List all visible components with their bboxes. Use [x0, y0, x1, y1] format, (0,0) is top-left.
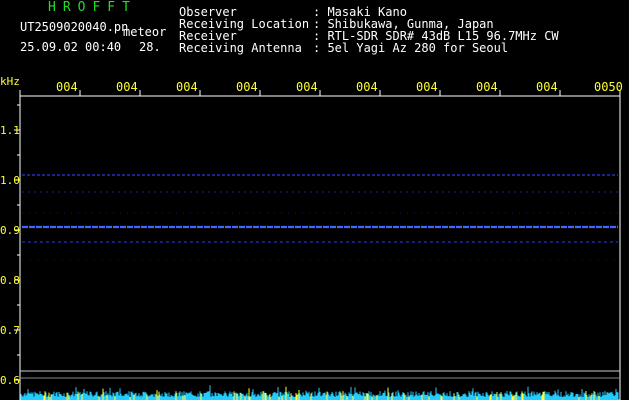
x-tick-label: 004 [296, 80, 318, 94]
plot-frame [19, 95, 621, 400]
x-tick-label: 004 [476, 80, 498, 94]
y-tick-label: 0.8 [0, 274, 20, 287]
y-tick-label: 1.1 [0, 124, 20, 137]
x-tick-label: 004 [116, 80, 138, 94]
x-tick-label: 004 [416, 80, 438, 94]
x-tick-label: 004 [536, 80, 558, 94]
y-axis-unit: kHz [0, 75, 20, 88]
y-tick-label: 0.7 [0, 324, 20, 337]
filename-label: UT2509020040.pn [20, 20, 129, 34]
y-tick-label: 1.0 [0, 174, 20, 187]
x-axis-ticks [19, 90, 621, 96]
meteor-label: meteor [123, 25, 167, 39]
x-tick-label: 004 [56, 80, 78, 94]
spectrogram [14, 90, 621, 400]
meteor-count: 28. [139, 40, 161, 54]
x-tick-label: 004 [236, 80, 258, 94]
signal-bands [22, 174, 618, 261]
datetime-label: 25.09.02 00:40 [20, 40, 122, 54]
info-value-antenna: : 5el Yagi Az 280 for Seoul [313, 41, 509, 55]
info-label-antenna: Receiving Antenna [179, 41, 302, 55]
y-tick-label: 0.6 [0, 374, 20, 387]
x-tick-label: 004 [176, 80, 198, 94]
app-brand: HROFFT [48, 0, 137, 15]
x-tick-label: 004 [356, 80, 378, 94]
y-axis-ticks [14, 104, 20, 381]
y-tick-label: 0.9 [0, 224, 20, 237]
x-tick-label: 0050 [594, 80, 623, 94]
noise-floor [20, 385, 619, 400]
